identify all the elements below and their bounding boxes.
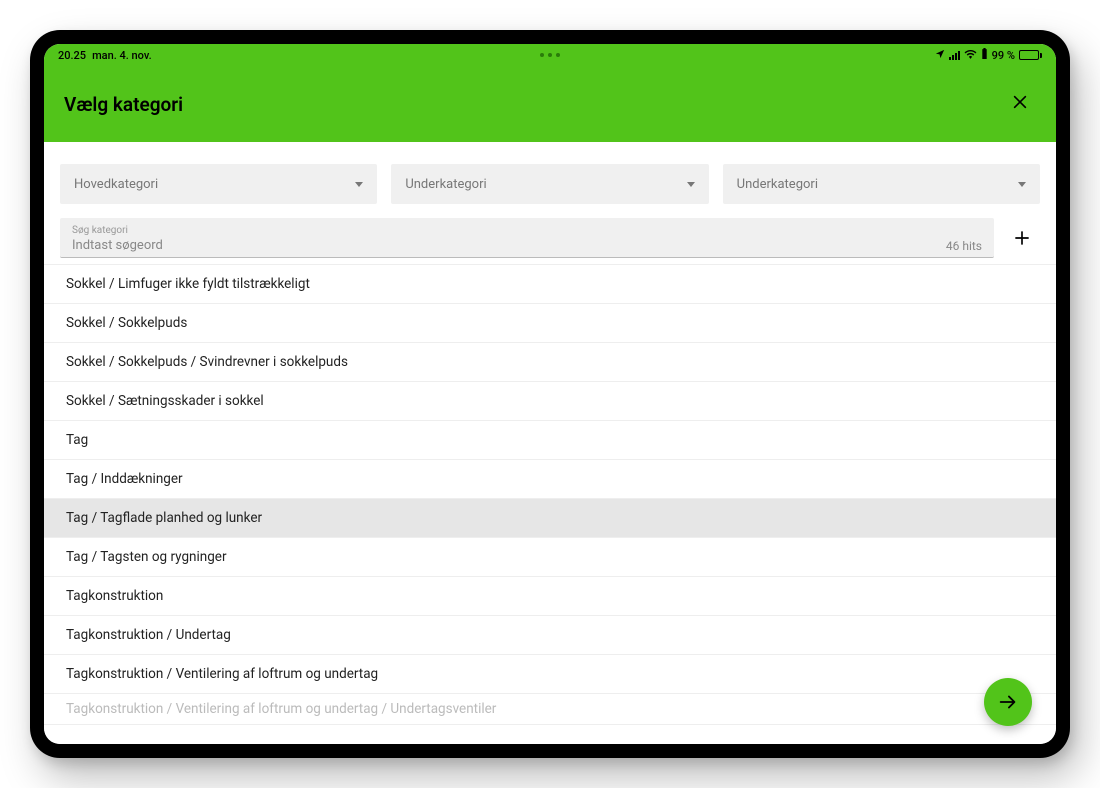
list-item-label: Sokkel / Sætningsskader i sokkel [66, 393, 264, 409]
list-item-label: Sokkel / Limfuger ikke fyldt tilstrækkel… [66, 276, 310, 292]
list-item-label: Tagkonstruktion [66, 588, 163, 604]
list-item[interactable]: Tagkonstruktion / Ventilering af loftrum… [44, 693, 1056, 725]
list-item[interactable]: Sokkel / Sætningsskader i sokkel [44, 381, 1056, 421]
list-item[interactable]: Tag / Tagsten og rygninger [44, 537, 1056, 577]
sub-category-1-dropdown[interactable]: Underkategori [391, 164, 708, 204]
tablet-screen: 20.25 man. 4. nov. 99 % [44, 44, 1056, 744]
result-list[interactable]: Sokkel / Limfuger ikke fyldt tilstrækkel… [44, 264, 1056, 744]
status-left: 20.25 man. 4. nov. [58, 49, 152, 62]
list-item[interactable]: Tagkonstruktion [44, 576, 1056, 616]
camera-dots [540, 53, 560, 57]
page-title: Vælg kategori [64, 93, 183, 116]
list-item[interactable]: Tagkonstruktion / Ventilering af loftrum… [44, 654, 1056, 694]
tablet-frame: 20.25 man. 4. nov. 99 % [30, 30, 1070, 758]
list-item[interactable]: Sokkel / Limfuger ikke fyldt tilstrækkel… [44, 264, 1056, 304]
location-icon [935, 49, 945, 62]
battery-percent: 99 % [992, 49, 1015, 62]
dropdown-label: Hovedkategori [74, 177, 158, 192]
list-item[interactable]: Tag / Tagflade planhed og lunker [44, 498, 1056, 538]
chevron-down-icon [1018, 182, 1026, 187]
list-item-label: Tagkonstruktion / Ventilering af loftrum… [66, 701, 496, 717]
battery-charge-icon [981, 48, 988, 62]
list-item-label: Tagkonstruktion / Undertag [66, 627, 231, 643]
list-item[interactable]: Tag / Inddækninger [44, 459, 1056, 499]
search-label: Søg kategori [72, 226, 982, 236]
dropdown-label: Underkategori [737, 177, 818, 192]
search-hits: 46 hits [946, 239, 982, 253]
chevron-down-icon [355, 182, 363, 187]
status-date: man. 4. nov. [92, 49, 152, 62]
list-item[interactable]: Sokkel / Sokkelpuds [44, 303, 1056, 343]
status-right: 99 % [935, 48, 1042, 62]
search-placeholder: Indtast søgeord [72, 238, 163, 253]
status-bar: 20.25 man. 4. nov. 99 % [44, 44, 1056, 66]
list-item[interactable]: Tag [44, 420, 1056, 460]
list-item-label: Tag [66, 432, 88, 448]
list-item-label: Sokkel / Sokkelpuds / Svindrevner i sokk… [66, 354, 348, 370]
list-item-label: Sokkel / Sokkelpuds [66, 315, 187, 331]
wifi-icon [964, 49, 977, 62]
list-item[interactable]: Sokkel / Sokkelpuds / Svindrevner i sokk… [44, 342, 1056, 382]
next-fab[interactable] [984, 678, 1032, 726]
add-button[interactable] [1004, 218, 1040, 258]
app-header: Vælg kategori [44, 66, 1056, 142]
status-time: 20.25 [58, 49, 86, 62]
chevron-down-icon [687, 182, 695, 187]
sub-category-2-dropdown[interactable]: Underkategori [723, 164, 1040, 204]
content-area: Hovedkategori Underkategori Underkategor… [44, 142, 1056, 744]
arrow-right-icon [997, 691, 1019, 713]
search-row: Søg kategori Indtast søgeord 46 hits [44, 204, 1056, 258]
list-item-label: Tag / Tagsten og rygninger [66, 549, 227, 565]
signal-icon [949, 51, 960, 60]
main-category-dropdown[interactable]: Hovedkategori [60, 164, 377, 204]
dropdown-label: Underkategori [405, 177, 486, 192]
list-item-label: Tag / Inddækninger [66, 471, 183, 487]
list-item[interactable]: Tagkonstruktion / Undertag [44, 615, 1056, 655]
list-item-label: Tagkonstruktion / Ventilering af loftrum… [66, 666, 378, 682]
search-input[interactable]: Søg kategori Indtast søgeord 46 hits [60, 218, 994, 258]
close-button[interactable] [1004, 86, 1036, 123]
dropdown-row: Hovedkategori Underkategori Underkategor… [44, 142, 1056, 204]
battery-icon [1019, 50, 1042, 60]
list-item-label: Tag / Tagflade planhed og lunker [66, 510, 262, 526]
